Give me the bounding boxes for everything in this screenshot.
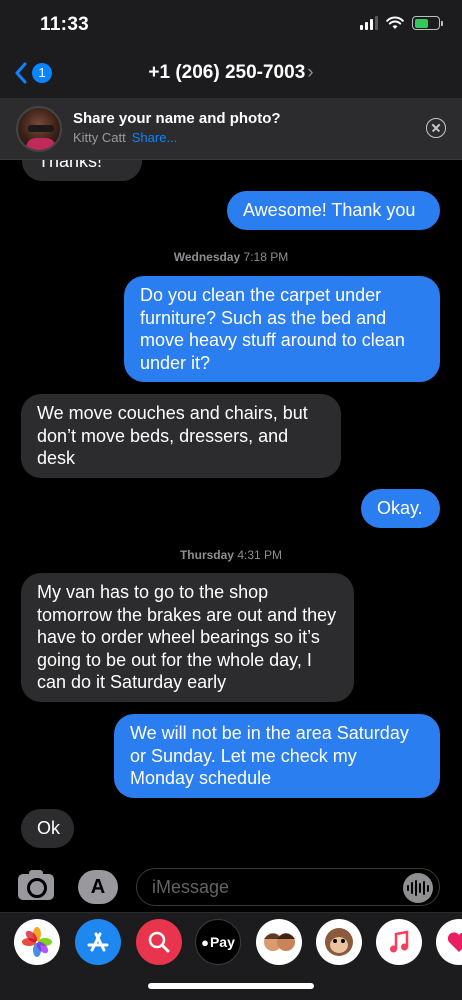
close-icon[interactable] — [426, 118, 446, 138]
share-link[interactable]: Share... — [132, 130, 178, 145]
heart-sticker-icon[interactable] — [436, 919, 462, 965]
app-store-glyph-icon — [87, 932, 109, 952]
memoji-icon[interactable] — [256, 919, 302, 965]
message-bubble-outgoing[interactable]: Okay. — [361, 489, 440, 528]
photos-icon[interactable] — [14, 919, 60, 965]
home-indicator[interactable] — [148, 983, 314, 989]
share-banner-subtitle: Kitty Catt Share... — [73, 130, 177, 145]
share-name: Kitty Catt — [73, 130, 126, 145]
contact-title[interactable]: +1 (206) 250-7003 › — [0, 62, 462, 84]
status-icons — [360, 16, 443, 30]
battery-icon — [412, 16, 443, 30]
animoji-icon[interactable] — [316, 919, 362, 965]
message-timestamp: Thursday 4:31 PM — [0, 548, 462, 562]
timestamp-day: Wednesday — [173, 250, 241, 264]
photos-flower-icon — [22, 927, 52, 957]
message-bubble-outgoing[interactable]: Awesome! Thank you — [227, 191, 440, 230]
monkey-face-icon — [325, 928, 353, 956]
music-note-icon — [390, 930, 409, 953]
chevron-right-icon: › — [307, 62, 314, 83]
avatar — [16, 106, 62, 152]
app-drawer: ● Pay — [0, 912, 462, 1000]
apple-pay-label: Pay — [209, 934, 235, 950]
camera-button[interactable] — [18, 870, 54, 900]
timestamp-day: Thursday — [179, 548, 234, 562]
app-store-icon: A — [90, 875, 106, 898]
status-time: 11:33 — [40, 14, 90, 35]
music-icon[interactable] — [376, 919, 422, 965]
imessage-input[interactable] — [136, 868, 440, 906]
contact-number: +1 (206) 250-7003 — [148, 62, 306, 83]
apple-pay-icon[interactable]: ● Pay — [195, 919, 241, 965]
timestamp-time: 4:31 PM — [237, 548, 283, 562]
wifi-icon — [386, 16, 404, 29]
message-bubble-outgoing[interactable]: We will not be in the area Saturday or S… — [114, 714, 440, 798]
timestamp-time: 7:18 PM — [243, 250, 289, 264]
message-bubble-incoming[interactable]: We move couches and chairs, but don’t mo… — [21, 394, 341, 478]
compose-bar: A — [0, 860, 462, 912]
message-bubble-incoming[interactable]: Ok — [21, 809, 74, 848]
message-thread[interactable]: Thanks! Awesome! Thank you Wednesday 7:1… — [0, 160, 462, 860]
globe-search-icon — [148, 931, 170, 953]
web-search-icon[interactable] — [136, 919, 182, 965]
apple-logo-icon: ● — [201, 934, 209, 950]
message-bubble-incoming[interactable]: Thanks! — [22, 160, 142, 181]
memoji-faces-icon — [264, 933, 295, 951]
message-bubble-outgoing[interactable]: Do you clean the carpet under furniture?… — [124, 276, 440, 382]
conversation-header: 1 +1 (206) 250-7003 › — [0, 50, 462, 98]
app-store-button[interactable]: A — [78, 870, 118, 904]
cellular-signal-icon — [360, 16, 378, 30]
app-store-icon[interactable] — [75, 919, 121, 965]
status-bar: 11:33 — [0, 0, 462, 50]
message-bubble-incoming[interactable]: My van has to go to the shop tomorrow th… — [21, 573, 354, 702]
share-banner-title: Share your name and photo? — [73, 110, 281, 127]
message-timestamp: Wednesday 7:18 PM — [0, 250, 462, 264]
share-name-banner: Share your name and photo? Kitty Catt Sha… — [0, 98, 462, 160]
audio-message-button[interactable] — [403, 873, 433, 903]
heart-icon — [447, 932, 462, 952]
